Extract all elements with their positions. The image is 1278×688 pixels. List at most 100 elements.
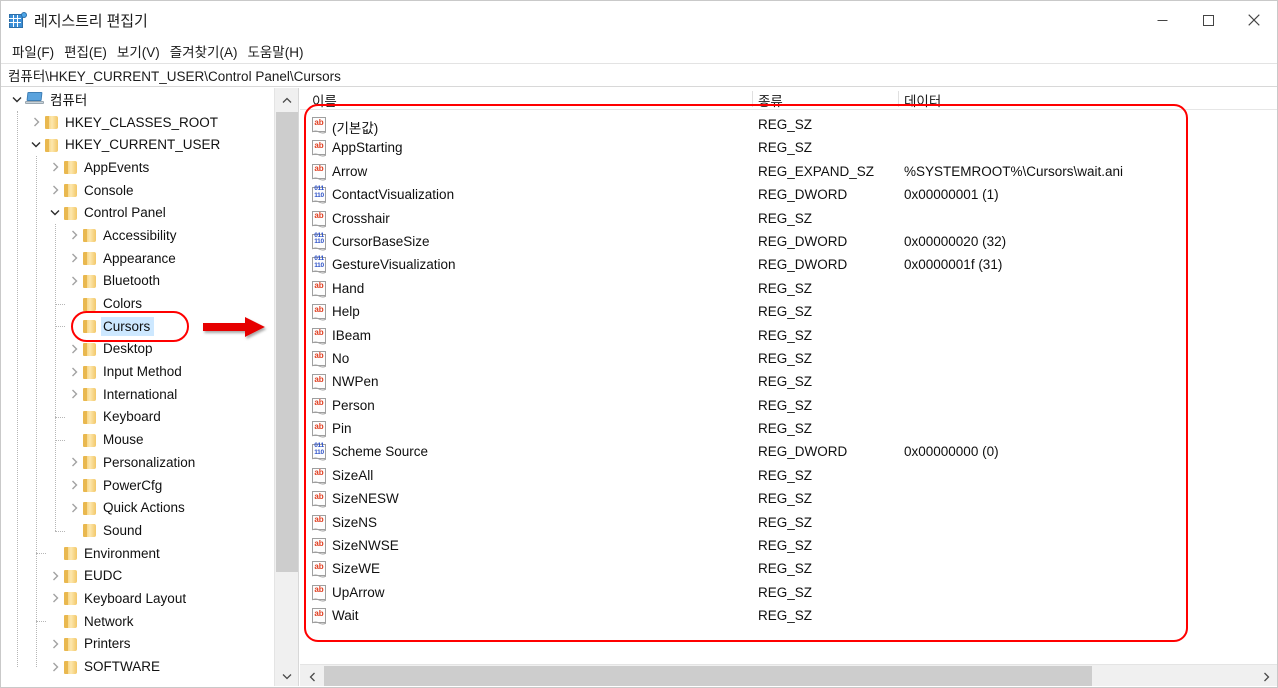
column-header-type[interactable]: 종류: [758, 90, 783, 110]
value-row[interactable]: ab IBeam REG_SZ: [300, 325, 1277, 348]
value-row[interactable]: ab Arrow REG_EXPAND_SZ %SYSTEMROOT%\Cursors…: [300, 161, 1277, 184]
registry-path: 컴퓨터\HKEY_CURRENT_USER\Control Panel\Curs…: [8, 69, 341, 84]
dword-value-icon: 011 110: [312, 185, 328, 204]
maximize-button[interactable]: [1185, 1, 1231, 39]
folder-icon: [63, 569, 79, 583]
folder-icon: [82, 523, 98, 538]
value-name: Arrow: [332, 163, 368, 179]
value-row[interactable]: ab Help REG_SZ: [300, 301, 1277, 324]
chevron-down-icon[interactable]: [47, 205, 63, 221]
tree-item-console[interactable]: Console: [1, 179, 274, 202]
value-row[interactable]: ab SizeNS REG_SZ: [300, 512, 1277, 535]
value-row[interactable]: ab No REG_SZ: [300, 348, 1277, 371]
value-row[interactable]: 011 110 GestureVisualization REG_DWORD 0x000…: [300, 254, 1277, 277]
chevron-right-icon[interactable]: [47, 636, 63, 652]
chevron-right-icon[interactable]: [66, 341, 82, 357]
menu-favorites[interactable]: 즐겨찾기(A): [166, 39, 244, 63]
tree-item-control-panel[interactable]: Control Panel: [1, 201, 274, 224]
tree-item-quick-actions[interactable]: Quick Actions: [1, 496, 274, 519]
chevron-down-icon[interactable]: [28, 137, 44, 153]
chevron-right-icon[interactable]: [66, 273, 82, 289]
column-divider-1[interactable]: [752, 91, 753, 107]
menu-edit[interactable]: 편집(E): [60, 39, 113, 63]
value-row[interactable]: ab SizeAll REG_SZ: [300, 465, 1277, 488]
value-row[interactable]: ab SizeWE REG_SZ: [300, 558, 1277, 581]
close-button[interactable]: [1231, 1, 1277, 39]
chevron-right-icon[interactable]: [47, 659, 63, 675]
folder-icon: [82, 478, 98, 493]
value-row[interactable]: 011 110 CursorBaseSize REG_DWORD 0x00000020 …: [300, 231, 1277, 254]
tree-item-cursors[interactable]: Cursors: [1, 315, 274, 338]
value-type: REG_SZ: [758, 584, 813, 600]
list-scroll-track[interactable]: [324, 665, 1254, 687]
list-scroll-thumb[interactable]: [324, 665, 1092, 687]
tree-item-appevents[interactable]: AppEvents: [1, 156, 274, 179]
value-row[interactable]: 011 110 Scheme Source REG_DWORD 0x00000000 (…: [300, 441, 1277, 464]
minimize-button[interactable]: [1139, 1, 1185, 39]
tree-item-sound[interactable]: Sound: [1, 519, 274, 542]
column-header-data[interactable]: 데이터: [904, 90, 941, 110]
value-type: REG_SZ: [758, 514, 813, 530]
chevron-right-icon[interactable]: [66, 364, 82, 380]
chevron-down-icon[interactable]: [9, 91, 25, 107]
tree-item-appearance[interactable]: Appearance: [1, 247, 274, 270]
tree-item-[interactable]: 컴퓨터: [1, 88, 274, 111]
tree-item-personalization[interactable]: Personalization: [1, 451, 274, 474]
chevron-right-icon[interactable]: [47, 159, 63, 175]
value-row[interactable]: ab Hand REG_SZ: [300, 278, 1277, 301]
menu-view[interactable]: 보기(V): [113, 39, 166, 63]
chevron-right-icon[interactable]: [66, 227, 82, 243]
tree-item-eudc[interactable]: EUDC: [1, 564, 274, 587]
chevron-right-icon[interactable]: [47, 568, 63, 584]
scroll-up-icon[interactable]: [275, 88, 298, 112]
menu-help[interactable]: 도움말(H): [243, 39, 309, 63]
tree-item-keyboard-layout[interactable]: Keyboard Layout: [1, 587, 274, 610]
value-row[interactable]: ab Wait REG_SZ: [300, 605, 1277, 628]
column-divider-2[interactable]: [898, 91, 899, 107]
tree-item-desktop[interactable]: Desktop: [1, 338, 274, 361]
tree-item-keyboard[interactable]: Keyboard: [1, 406, 274, 429]
tree-item-software[interactable]: SOFTWARE: [1, 655, 274, 678]
scroll-down-icon[interactable]: [275, 664, 298, 687]
tree-item-international[interactable]: International: [1, 383, 274, 406]
chevron-right-icon[interactable]: [66, 386, 82, 402]
value-row[interactable]: ab Person REG_SZ: [300, 395, 1277, 418]
chevron-right-icon[interactable]: [66, 250, 82, 266]
list-horizontal-scrollbar[interactable]: [300, 664, 1277, 688]
chevron-right-icon[interactable]: [66, 477, 82, 493]
chevron-right-icon[interactable]: [66, 454, 82, 470]
tree-item-colors[interactable]: Colors: [1, 292, 274, 315]
value-row[interactable]: ab Pin REG_SZ: [300, 418, 1277, 441]
tree-vertical-scrollbar[interactable]: [274, 88, 298, 687]
value-row[interactable]: ab NWPen REG_SZ: [300, 371, 1277, 394]
value-row[interactable]: ab (기본값) REG_SZ: [300, 114, 1277, 137]
scroll-right-icon[interactable]: [1254, 665, 1277, 688]
value-row[interactable]: ab Crosshair REG_SZ: [300, 208, 1277, 231]
tree-item-hkey-classes-root[interactable]: HKEY_CLASSES_ROOT: [1, 111, 274, 134]
tree-item-powercfg[interactable]: PowerCfg: [1, 474, 274, 497]
value-row[interactable]: ab SizeNWSE REG_SZ: [300, 535, 1277, 558]
chevron-right-icon[interactable]: [66, 500, 82, 516]
value-row[interactable]: ab SizeNESW REG_SZ: [300, 488, 1277, 511]
tree-item-label: Personalization: [103, 454, 196, 470]
value-row[interactable]: 011 110 ContactVisualization REG_DWORD 0x000…: [300, 184, 1277, 207]
tree-scroll-thumb[interactable]: [276, 112, 298, 572]
chevron-right-icon[interactable]: [47, 590, 63, 606]
chevron-right-icon[interactable]: [47, 182, 63, 198]
tree-item-hkey-current-user[interactable]: HKEY_CURRENT_USER: [1, 133, 274, 156]
chevron-right-icon[interactable]: [28, 114, 44, 130]
scroll-left-icon[interactable]: [300, 665, 324, 688]
column-header-name[interactable]: 이름: [312, 90, 337, 110]
tree-item-mouse[interactable]: Mouse: [1, 428, 274, 451]
value-row[interactable]: ab AppStarting REG_SZ: [300, 137, 1277, 160]
menu-file[interactable]: 파일(F): [8, 39, 60, 63]
tree-item-input-method[interactable]: Input Method: [1, 360, 274, 383]
tree-item-bluetooth[interactable]: Bluetooth: [1, 270, 274, 293]
address-bar[interactable]: 컴퓨터\HKEY_CURRENT_USER\Control Panel\Curs…: [1, 63, 1277, 87]
computer-icon: [25, 91, 45, 107]
tree-item-printers[interactable]: Printers: [1, 633, 274, 656]
value-row[interactable]: ab UpArrow REG_SZ: [300, 582, 1277, 605]
tree-item-accessibility[interactable]: Accessibility: [1, 224, 274, 247]
